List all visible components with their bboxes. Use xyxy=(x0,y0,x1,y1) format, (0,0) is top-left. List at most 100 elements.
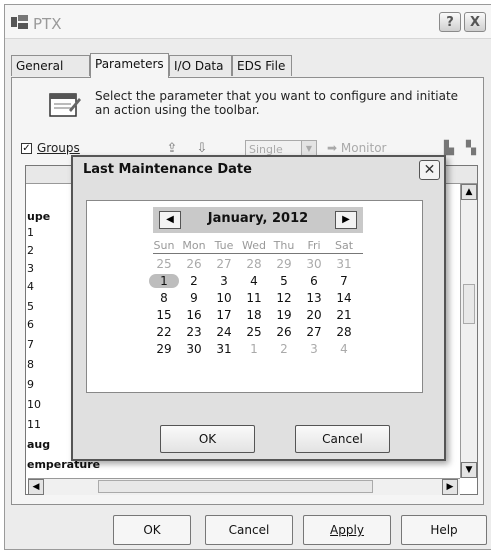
calendar-day[interactable]: 14 xyxy=(329,291,359,305)
grid-row-label: 8 xyxy=(27,358,34,371)
calendar-day[interactable]: 2 xyxy=(179,274,209,288)
tab-io-data[interactable]: I/O Data xyxy=(169,55,232,76)
tab-bar: General Parameters I/O Data EDS File xyxy=(5,53,491,78)
tab-parameters[interactable]: Parameters xyxy=(90,53,169,78)
calendar-day[interactable]: 23 xyxy=(179,325,209,339)
calendar-day[interactable]: 6 xyxy=(299,274,329,288)
calendar-day[interactable]: 26 xyxy=(269,325,299,339)
calendar-day[interactable]: 19 xyxy=(269,308,299,322)
app-icon xyxy=(11,15,29,32)
calendar-day[interactable]: 4 xyxy=(239,274,269,288)
calendar-day[interactable]: 10 xyxy=(209,291,239,305)
calendar-day[interactable]: 24 xyxy=(209,325,239,339)
calendar-day[interactable]: 28 xyxy=(329,325,359,339)
grid-row-label: 5 xyxy=(27,300,34,313)
calendar-day[interactable]: 31 xyxy=(329,257,359,271)
grid-row-label: 3 xyxy=(27,262,34,275)
calendar-day[interactable]: 2 xyxy=(269,342,299,356)
weekday-label: Sat xyxy=(334,239,354,252)
weekday-label: Tue xyxy=(214,239,234,252)
weekday-label: Wed xyxy=(242,239,266,252)
toolbar-help-icon xyxy=(49,90,81,121)
scroll-thumb[interactable] xyxy=(463,284,475,324)
dialog-title: Last Maintenance Date xyxy=(83,162,252,177)
calendar-day[interactable]: 29 xyxy=(269,257,299,271)
weekday-divider xyxy=(153,253,363,254)
instructions-text: Select the parameter that you want to co… xyxy=(95,89,459,117)
monitor-button[interactable]: ➡ Monitor xyxy=(327,141,387,155)
ok-button[interactable]: OK xyxy=(113,515,191,545)
grid-row-label: 9 xyxy=(27,378,34,391)
weekday-label: Mon xyxy=(182,239,206,252)
cancel-button[interactable]: Cancel xyxy=(205,515,293,545)
calendar-day[interactable]: 25 xyxy=(239,325,269,339)
calendar-day[interactable]: 3 xyxy=(209,274,239,288)
calendar-day[interactable]: 20 xyxy=(299,308,329,322)
scroll-right-icon[interactable]: ▶ xyxy=(442,479,458,495)
grid-row-label: 4 xyxy=(27,280,34,293)
scroll-left-icon[interactable]: ◀ xyxy=(28,479,44,495)
calendar-day-selected[interactable]: 1 xyxy=(149,274,179,288)
weekday-label: Sun xyxy=(153,239,175,252)
tab-eds-file[interactable]: EDS File xyxy=(232,55,292,76)
groups-label: Groups xyxy=(37,141,80,155)
calendar-day[interactable]: 5 xyxy=(269,274,299,288)
calendar-day[interactable]: 31 xyxy=(209,342,239,356)
next-month-icon[interactable]: ▶ xyxy=(335,211,357,229)
grid-row-label: 10 xyxy=(27,398,41,411)
groups-checkbox[interactable]: ✓ xyxy=(21,143,32,154)
calendar-day[interactable]: 28 xyxy=(239,257,269,271)
apply-button[interactable]: Apply xyxy=(303,515,391,545)
tab-general[interactable]: General xyxy=(11,55,90,76)
calendar-day[interactable]: 8 xyxy=(149,291,179,305)
grid-row-label: 6 xyxy=(27,318,34,331)
scroll-thumb[interactable] xyxy=(98,480,373,493)
weekday-label: Thu xyxy=(273,239,295,252)
calendar: ◀ January, 2012 ▶ Sun Mon Tue Wed Thu Fr… xyxy=(86,200,423,393)
calendar-day[interactable]: 15 xyxy=(149,308,179,322)
calendar-day[interactable]: 9 xyxy=(179,291,209,305)
calendar-day[interactable]: 21 xyxy=(329,308,359,322)
calendar-day[interactable]: 22 xyxy=(149,325,179,339)
grid-row-label: aug xyxy=(27,438,51,451)
dialog-cancel-button[interactable]: Cancel xyxy=(295,425,390,453)
property-window: PTX ? X General Parameters I/O Data EDS … xyxy=(4,4,491,550)
network-icon[interactable]: ▚ xyxy=(462,141,480,157)
title-bar: PTX ? X xyxy=(5,5,491,39)
monitor-label: Monitor xyxy=(340,141,387,155)
calendar-day[interactable]: 29 xyxy=(149,342,179,356)
grid-row-label: 1 xyxy=(27,226,34,239)
calendar-day[interactable]: 27 xyxy=(209,257,239,271)
dialog-ok-button[interactable]: OK xyxy=(160,425,255,453)
grid-row-label: upe xyxy=(27,210,51,223)
window-title: PTX xyxy=(33,15,62,33)
grid-row-label: 11 xyxy=(27,418,41,431)
calendar-day[interactable]: 30 xyxy=(299,257,329,271)
calendar-day[interactable]: 25 xyxy=(149,257,179,271)
calendar-day[interactable]: 17 xyxy=(209,308,239,322)
scroll-down-icon[interactable]: ▼ xyxy=(461,462,477,478)
close-title-button[interactable]: X xyxy=(464,12,486,32)
horizontal-scrollbar[interactable]: ◀ ▶ xyxy=(28,478,460,495)
month-label: January, 2012 xyxy=(207,211,309,226)
calendar-day[interactable]: 27 xyxy=(299,325,329,339)
calendar-day[interactable]: 26 xyxy=(179,257,209,271)
calendar-day[interactable]: 13 xyxy=(299,291,329,305)
weekday-label: Fri xyxy=(307,239,321,252)
prev-month-icon[interactable]: ◀ xyxy=(159,211,181,229)
calendar-header: ◀ January, 2012 ▶ xyxy=(153,207,363,233)
calendar-day[interactable]: 1 xyxy=(239,342,269,356)
vertical-scrollbar[interactable]: ▲ ▼ xyxy=(460,184,477,478)
calendar-day[interactable]: 30 xyxy=(179,342,209,356)
calendar-day[interactable]: 11 xyxy=(239,291,269,305)
calendar-day[interactable]: 16 xyxy=(179,308,209,322)
help-title-button[interactable]: ? xyxy=(439,12,461,32)
close-icon[interactable]: ✕ xyxy=(419,160,440,180)
scroll-up-icon[interactable]: ▲ xyxy=(461,184,477,200)
calendar-day[interactable]: 3 xyxy=(299,342,329,356)
calendar-day[interactable]: 18 xyxy=(239,308,269,322)
calendar-day[interactable]: 12 xyxy=(269,291,299,305)
calendar-day[interactable]: 4 xyxy=(329,342,359,356)
calendar-day[interactable]: 7 xyxy=(329,274,359,288)
help-button[interactable]: Help xyxy=(401,515,487,545)
